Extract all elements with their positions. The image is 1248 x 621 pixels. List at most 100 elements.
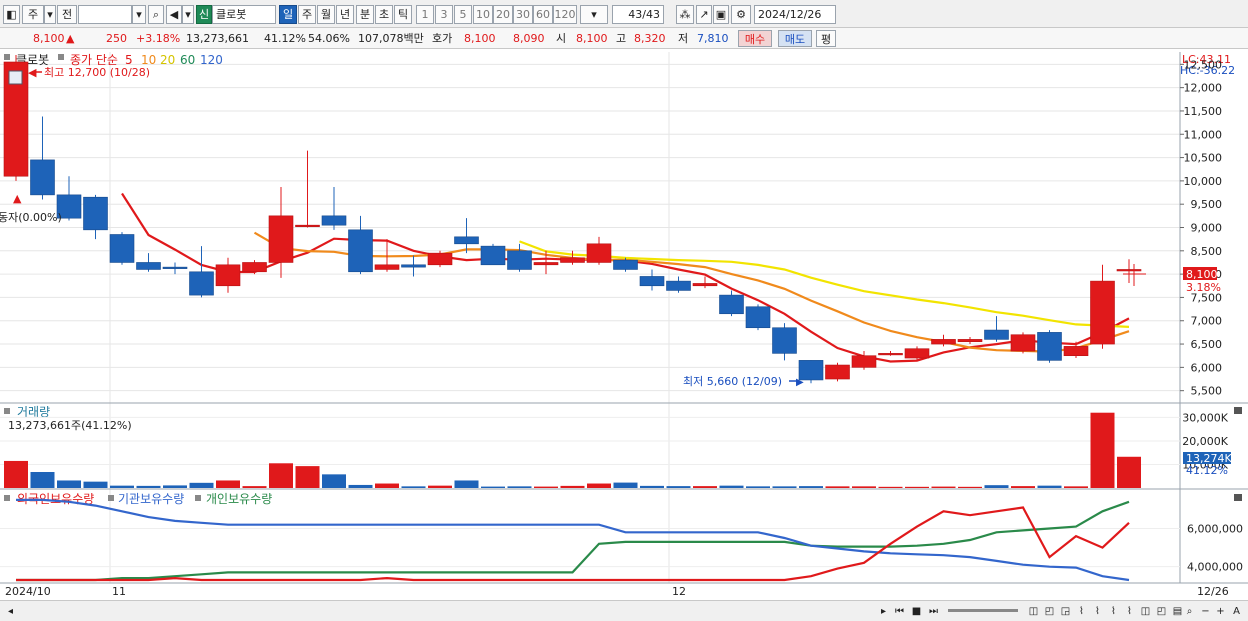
avg-button[interactable]: 평 — [816, 30, 836, 47]
volume-panel-close-icon[interactable] — [1234, 407, 1242, 414]
first-page-icon[interactable]: ⏮ — [892, 604, 907, 619]
period-tick-tab[interactable]: 틱 — [394, 5, 412, 24]
tool-icon-4[interactable]: ⌇ — [1074, 604, 1089, 619]
up-arrow-icon: ▲ — [13, 192, 22, 205]
window-icon[interactable]: ◧ — [3, 5, 20, 24]
candlestick[interactable] — [109, 232, 135, 265]
period-week-tab[interactable]: 주 — [298, 5, 316, 24]
zoom-slider[interactable] — [948, 609, 1018, 612]
period-minute-tab[interactable]: 분 — [356, 5, 374, 24]
candlestick[interactable] — [904, 346, 930, 361]
candlestick[interactable] — [666, 276, 691, 293]
market-dropdown-icon[interactable]: ▾ — [44, 5, 56, 24]
market-select[interactable]: 주 — [22, 5, 44, 24]
interval-custom-select[interactable]: ▾ — [580, 5, 608, 24]
volume-bar — [746, 486, 770, 488]
interval-5[interactable]: 5 — [454, 5, 472, 24]
font-size-icon[interactable]: A — [1229, 604, 1244, 619]
candlestick[interactable] — [1090, 264, 1115, 349]
minus-icon[interactable]: − — [1198, 604, 1213, 619]
candlestick[interactable] — [83, 194, 108, 240]
candlestick[interactable] — [295, 150, 320, 228]
zoom-icon[interactable]: ⌕ — [1182, 604, 1197, 619]
candlestick[interactable] — [242, 260, 267, 275]
draw-icon[interactable]: ↗ — [696, 5, 712, 24]
candlestick[interactable] — [613, 257, 638, 272]
candlestick[interactable] — [878, 351, 903, 356]
scroll-left-icon[interactable]: ◂ — [3, 604, 18, 619]
candlestick[interactable] — [719, 290, 744, 317]
interval-60[interactable]: 60 — [533, 5, 553, 24]
period-second-tab[interactable]: 초 — [375, 5, 393, 24]
code-dropdown-icon[interactable]: ▾ — [132, 5, 146, 24]
scroll-right-icon[interactable]: ▸ — [876, 604, 891, 619]
candlestick[interactable] — [825, 362, 850, 382]
chart-scrollbar[interactable]: ◂ ▸ ⏮ ■ ⏭ ◫ ◰ ◲ ⌇ ⌇ ⌇ ⌇ ◫ ◰ ▤ ⌕ − + A — [0, 600, 1248, 621]
tool-icon-3[interactable]: ◲ — [1058, 604, 1073, 619]
x-label-dec: 12 — [672, 585, 686, 598]
tool-icon-7[interactable]: ⌇ — [1122, 604, 1137, 619]
search-icon[interactable]: ⌕ — [148, 5, 164, 24]
candlestick[interactable] — [586, 236, 612, 265]
candlestick[interactable] — [189, 246, 214, 298]
stock-name-field[interactable]: 클로봇 — [212, 5, 276, 24]
candlestick[interactable] — [1116, 259, 1142, 283]
sound-icon[interactable]: ◀ — [166, 5, 182, 24]
x-label-nov: 11 — [112, 585, 126, 598]
candlestick[interactable] — [454, 218, 479, 254]
interval-3[interactable]: 3 — [435, 5, 453, 24]
settings-icon[interactable]: ⚙ — [731, 5, 751, 24]
candlestick[interactable] — [215, 257, 241, 293]
candle-body — [957, 339, 983, 343]
interval-120[interactable]: 120 — [553, 5, 577, 24]
plus-icon[interactable]: + — [1213, 604, 1228, 619]
candlestick[interactable] — [162, 262, 188, 275]
period-day-tab[interactable]: 일 — [279, 5, 297, 24]
tool-icon-8[interactable]: ◫ — [1138, 604, 1153, 619]
volume-bar — [401, 486, 426, 488]
holding-panel-close-icon[interactable] — [1234, 494, 1242, 501]
tool-icon-9[interactable]: ◰ — [1154, 604, 1169, 619]
candlestick[interactable] — [480, 243, 506, 266]
crosshair-icon[interactable]: ⁂ — [676, 5, 694, 24]
candlestick[interactable] — [427, 250, 453, 268]
interval-10[interactable]: 10 — [473, 5, 493, 24]
candlestick[interactable] — [745, 304, 771, 331]
period-month-tab[interactable]: 월 — [317, 5, 335, 24]
prev-button[interactable]: 전 — [57, 5, 77, 24]
date-input[interactable]: 2024/12/26 — [754, 5, 836, 24]
candlestick[interactable] — [321, 186, 347, 230]
tool-icon-5[interactable]: ⌇ — [1090, 604, 1105, 619]
period-year-tab[interactable]: 년 — [336, 5, 354, 24]
interval-30[interactable]: 30 — [513, 5, 533, 24]
candlestick[interactable] — [639, 269, 665, 291]
last-page-icon[interactable]: ⏭ — [926, 604, 941, 619]
volume-bar — [560, 485, 585, 488]
save-icon[interactable]: ▣ — [713, 5, 729, 24]
stock-code-input[interactable]: 466100 — [78, 5, 132, 24]
candlesticks[interactable] — [3, 55, 1142, 384]
candlestick[interactable] — [401, 255, 426, 277]
candlestick[interactable] — [507, 243, 532, 272]
legend-ma-60: 60 — [180, 53, 195, 67]
buy-button[interactable]: 매수 — [738, 30, 772, 47]
sound-dropdown-icon[interactable]: ▾ — [182, 5, 194, 24]
tool-icon-2[interactable]: ◰ — [1042, 604, 1057, 619]
tool-icon-6[interactable]: ⌇ — [1106, 604, 1121, 619]
candlestick[interactable] — [957, 337, 983, 345]
calendar-icon[interactable] — [8, 70, 23, 85]
candlestick[interactable] — [772, 323, 797, 361]
candlestick[interactable] — [1037, 330, 1062, 363]
candlestick[interactable] — [136, 253, 161, 272]
stock-chart[interactable]: 클로봇 종가 단순 5 10 20 60 120 LC:43.11 HC:-36… — [0, 50, 1248, 600]
tool-icon-1[interactable]: ◫ — [1026, 604, 1041, 619]
candlestick[interactable] — [1010, 332, 1036, 354]
candle-body — [1037, 332, 1062, 361]
interval-20[interactable]: 20 — [493, 5, 513, 24]
stop-icon[interactable]: ■ — [909, 604, 924, 619]
candlestick[interactable] — [984, 316, 1009, 342]
left-note-annotation: ▲ 동자(0.00%) — [0, 192, 62, 224]
candlestick[interactable] — [348, 215, 373, 275]
interval-1[interactable]: 1 — [416, 5, 434, 24]
sell-button[interactable]: 매도 — [778, 30, 812, 47]
